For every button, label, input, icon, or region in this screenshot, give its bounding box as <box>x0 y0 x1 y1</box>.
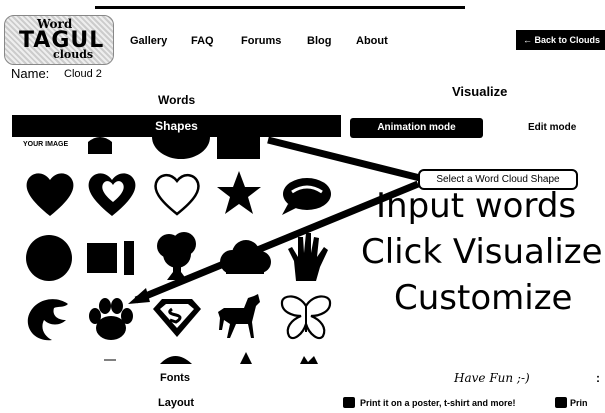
print-icon <box>343 397 355 408</box>
instruction-input-words: Input words <box>376 186 577 226</box>
layout-header[interactable]: Layout <box>158 397 194 409</box>
have-fun-text: Have Fun ;-) <box>454 371 530 385</box>
arrow-to-shapes-line <box>267 136 421 182</box>
fonts-header[interactable]: Fonts <box>160 372 190 384</box>
print-poster-link[interactable]: Print it on a poster, t-shirt and more! <box>360 398 516 408</box>
print-link-2[interactable]: Prin <box>570 398 588 408</box>
instruction-customize: Customize <box>394 278 573 318</box>
instruction-click-visualize: Click Visualize! <box>361 232 605 272</box>
arrow-head-icon <box>128 288 150 304</box>
print-icon-2 <box>555 397 567 408</box>
edge-mark: : <box>596 371 600 385</box>
